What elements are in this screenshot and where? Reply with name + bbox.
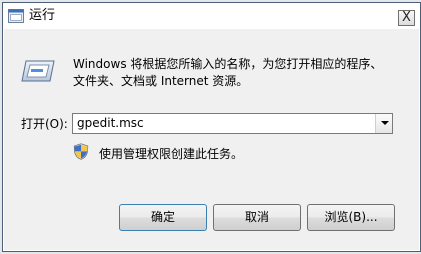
open-label: 打开(O): (21, 117, 68, 131)
title-bar: 运行 X (3, 3, 420, 29)
run-dialog-icon (21, 60, 55, 82)
description-text: Windows 将根据您所输入的名称，为您打开相应的程序、文件夹、文档或 Int… (73, 57, 383, 88)
cancel-button[interactable]: 取消 (213, 204, 301, 231)
command-input[interactable]: gpedit.msc (77, 116, 144, 131)
chevron-down-icon[interactable] (375, 114, 392, 133)
run-dialog: 运行 X Windows 将根据您所输入的名称，为您打开相应的程序、文件夹、文档… (2, 2, 421, 252)
browse-button[interactable]: 浏览(B)... (307, 204, 395, 231)
uac-shield-icon (73, 143, 89, 160)
close-button[interactable]: X (398, 10, 415, 26)
window-title: 运行 (29, 8, 56, 23)
ok-button[interactable]: 确定 (119, 204, 207, 231)
command-combobox[interactable]: gpedit.msc (72, 113, 393, 134)
admin-privilege-note: 使用管理权限创建此任务。 (99, 147, 244, 161)
run-app-icon (8, 9, 24, 23)
